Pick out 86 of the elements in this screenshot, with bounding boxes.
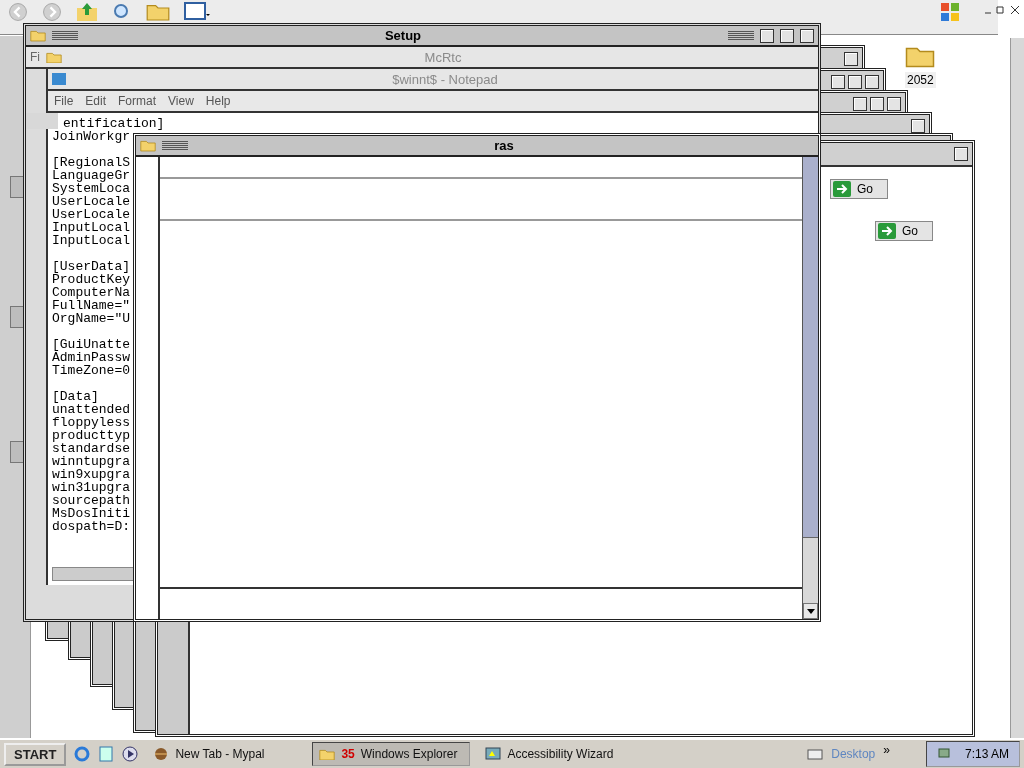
scroll-thumb[interactable] xyxy=(10,176,24,198)
window-title: $winnt$ - Notepad xyxy=(391,71,499,87)
glitch-patch xyxy=(26,113,58,129)
text-line: JoinWorkgr xyxy=(52,130,130,143)
start-button[interactable]: START xyxy=(4,742,67,766)
grip-icon xyxy=(162,141,188,150)
folder-icon xyxy=(30,29,46,42)
text-line: SystemLoca xyxy=(52,182,130,195)
window-button[interactable] xyxy=(848,75,862,89)
text-line: unattended xyxy=(52,403,130,416)
text-line: LanguageGr xyxy=(52,169,130,182)
scrollbar[interactable] xyxy=(802,157,818,619)
text-line: [RegionalS xyxy=(52,156,130,169)
text-line: [UserData] xyxy=(52,260,130,273)
window-button[interactable] xyxy=(865,75,879,89)
window-controls-icon[interactable] xyxy=(985,5,1021,15)
text-line: InputLocal xyxy=(52,234,130,247)
text-line: floppyless xyxy=(52,416,130,429)
menu-item[interactable]: Edit xyxy=(85,94,107,108)
menu-item[interactable]: Fi xyxy=(30,50,40,64)
arrow-icon xyxy=(878,223,896,239)
text-line: AdminPassw xyxy=(52,351,130,364)
window-title: ras xyxy=(493,138,515,153)
text-line: UserLocale xyxy=(52,195,130,208)
window-title: McRtc xyxy=(423,49,463,65)
text-line: UserLocale xyxy=(52,208,130,221)
arrow-icon xyxy=(833,181,851,197)
window-button[interactable] xyxy=(887,97,901,111)
grip-icon xyxy=(52,31,78,40)
notepad-icon xyxy=(52,73,66,85)
scroll-down-button[interactable] xyxy=(803,603,818,619)
menu-item[interactable]: File xyxy=(54,94,74,108)
folder-icon xyxy=(46,50,62,64)
window-button[interactable] xyxy=(870,97,884,111)
scrollbar[interactable] xyxy=(1010,38,1024,738)
up-folder-icon[interactable] xyxy=(76,2,98,22)
text-line: sourcepath xyxy=(52,494,130,507)
down-arrow-icon xyxy=(806,608,815,614)
text-line: ComputerNa xyxy=(52,286,130,299)
text-line: ProductKey xyxy=(52,273,130,286)
text-line: OrgName="U xyxy=(52,312,130,325)
text-line: [GuiUnatte xyxy=(52,338,130,351)
globe-icon xyxy=(153,746,170,762)
text-line: winntupgra xyxy=(52,455,130,468)
text-line: entification] xyxy=(62,117,165,130)
text-line: producttyp xyxy=(52,429,130,442)
keyboard-icon xyxy=(807,747,824,761)
text-line: FullName=" xyxy=(52,299,130,312)
menu-item[interactable]: Format xyxy=(118,94,157,108)
go-button[interactable]: Go xyxy=(830,179,888,199)
menu-item[interactable]: Help xyxy=(205,94,231,108)
scroll-thumb[interactable] xyxy=(10,306,24,328)
scroll-thumb[interactable] xyxy=(10,441,24,463)
window-button[interactable] xyxy=(853,97,867,111)
window-button[interactable] xyxy=(954,147,968,161)
window-button[interactable] xyxy=(911,119,925,133)
taskbar-button[interactable]: Accessibility Wizard xyxy=(478,742,637,766)
text-line: dospath=D: xyxy=(52,520,130,533)
menu-item[interactable]: View xyxy=(168,94,194,108)
text-line: [Data] xyxy=(52,390,99,403)
folder-label[interactable]: 2052 xyxy=(905,72,936,88)
window-button[interactable] xyxy=(760,28,774,43)
window-button[interactable] xyxy=(831,75,845,89)
views-icon[interactable] xyxy=(184,2,210,20)
chevron-button[interactable]: » xyxy=(883,743,890,757)
text-line: win9xupgra xyxy=(52,468,130,481)
text-line: TimeZone=0 xyxy=(52,364,130,377)
play-icon[interactable] xyxy=(122,746,139,762)
grip-icon xyxy=(728,31,754,40)
scrollbar[interactable] xyxy=(52,567,134,581)
text-line: win31upgra xyxy=(52,481,130,494)
window-button[interactable] xyxy=(800,28,814,43)
text-line: InputLocal xyxy=(52,221,130,234)
wizard-icon xyxy=(485,746,502,762)
window-button[interactable] xyxy=(844,52,858,66)
window-button[interactable] xyxy=(780,28,794,43)
windows-logo-icon xyxy=(940,2,960,22)
text-line: MsDosIniti xyxy=(52,507,130,520)
go-button[interactable]: Go xyxy=(875,221,933,241)
taskbar-button[interactable]: 35 Windows Explorer xyxy=(312,742,471,766)
text-line: standardse xyxy=(52,442,130,455)
browser-icon[interactable] xyxy=(74,746,91,762)
clock[interactable]: 7:13 AM xyxy=(964,747,1009,761)
window-title: Setup xyxy=(383,28,423,43)
folder-icon xyxy=(319,747,336,761)
taskbar-button[interactable]: New Tab - Mypal xyxy=(146,742,305,766)
